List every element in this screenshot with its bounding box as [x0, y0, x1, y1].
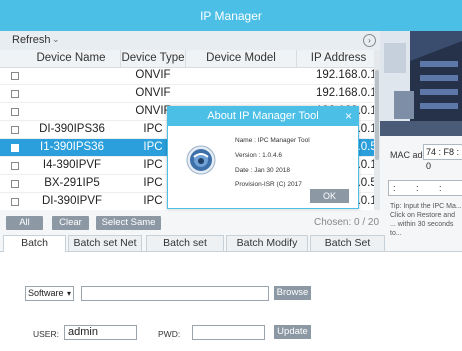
- about-dialog: About IP Manager Tool × Name : IPC Manag…: [167, 106, 359, 209]
- ip-address-cell: 192.168.0.18: [316, 87, 374, 99]
- software-select-value: Software: [28, 288, 64, 298]
- device-type-cell: ONVIF: [135, 69, 171, 81]
- table-row[interactable]: ONVIF 192.168.0.18: [0, 85, 374, 103]
- camera-preview-image: [380, 31, 462, 136]
- tip-text: Tip: Input the IPC Ma... Click on Restor…: [390, 203, 462, 237]
- table-row[interactable]: ONVIF 192.168.0.10: [0, 67, 374, 85]
- software-select[interactable]: Software ▾: [25, 286, 74, 301]
- tab-batch-set-stream[interactable]: Batch set stream: [146, 235, 224, 264]
- selection-toolbar: All Clear Select Same Type Chosen: 0 / 2…: [0, 212, 380, 242]
- camera-preview-graphic: [380, 31, 462, 136]
- arrow-circle-icon[interactable]: ›: [363, 34, 376, 47]
- device-name-cell: [30, 67, 114, 84]
- device-settings-panel: MAC add: 74 : F8 : 0 : : : Tip: Input th…: [380, 136, 462, 237]
- mac-address-field[interactable]: 74 : F8 : 0: [423, 144, 462, 171]
- device-name-cell: [30, 103, 114, 120]
- batch-update-panel: Software ▾ Browse USER: admin PWD: Updat…: [0, 252, 462, 351]
- clear-button[interactable]: Clear: [52, 216, 89, 230]
- device-model-cell: [186, 67, 296, 84]
- user-label: USER:: [33, 329, 59, 339]
- header-checkbox-column: [0, 50, 23, 68]
- device-name-cell: [30, 85, 114, 102]
- dialog-title: About IP Manager Tool: [207, 110, 319, 122]
- user-input[interactable]: admin: [64, 325, 137, 340]
- device-model-cell: [186, 85, 296, 102]
- header-device-name[interactable]: Device Name: [22, 50, 121, 68]
- dialog-version-line: Version : 1.0.4.6: [235, 152, 282, 159]
- update-button[interactable]: Update: [274, 325, 311, 339]
- header-device-type[interactable]: Device Type: [121, 50, 186, 68]
- row-checkbox[interactable]: [11, 180, 19, 188]
- select-same-type-button[interactable]: Select Same Type: [96, 216, 161, 242]
- chevron-down-icon[interactable]: ⌄: [52, 34, 60, 45]
- chosen-count: Chosen: 0 / 20: [314, 217, 380, 228]
- device-name-cell: DI-390IPS36: [39, 123, 105, 135]
- row-checkbox[interactable]: [11, 72, 19, 80]
- close-icon[interactable]: ×: [345, 109, 352, 123]
- refresh-button[interactable]: Refresh: [12, 34, 51, 46]
- row-checkbox[interactable]: [11, 126, 19, 134]
- pwd-input[interactable]: [192, 325, 265, 340]
- row-checkbox[interactable]: [11, 90, 19, 98]
- dialog-titlebar: About IP Manager Tool ×: [168, 107, 358, 126]
- toolbar: Refresh ⌄ ›: [0, 31, 380, 51]
- ip-address-cell: 192.168.0.10: [316, 69, 374, 81]
- row-checkbox[interactable]: [11, 108, 19, 116]
- tab-batch-update[interactable]: Batch Update: [3, 235, 66, 264]
- row-checkbox[interactable]: [11, 144, 19, 152]
- ok-button[interactable]: OK: [310, 189, 349, 203]
- dialog-name-line: Name : IPC Manager Tool: [235, 137, 310, 144]
- tab-batch-set-net[interactable]: Batch set Net: [68, 235, 142, 251]
- window-titlebar: IP Manager: [0, 0, 462, 31]
- device-name-cell: BX-291IP5: [44, 177, 100, 189]
- device-name-cell: DI-390IPVF: [41, 195, 103, 207]
- device-name-cell: I4-390IPVF: [42, 159, 102, 171]
- chevron-down-icon: ▾: [66, 289, 71, 298]
- window-title: IP Manager: [200, 9, 262, 23]
- row-checkbox[interactable]: [11, 162, 19, 170]
- file-path-input[interactable]: [81, 286, 269, 301]
- browse-button[interactable]: Browse: [274, 286, 311, 300]
- app-logo-icon: [186, 145, 216, 175]
- scrollbar-thumb[interactable]: [375, 70, 379, 160]
- dialog-provision-line: Provision-ISR (C) 2017: [235, 181, 302, 188]
- tab-batch-set-image[interactable]: Batch Set Image: [310, 235, 385, 264]
- device-type-cell: ONVIF: [135, 87, 171, 99]
- row-checkbox[interactable]: [11, 198, 19, 206]
- dialog-date-line: Date : Jan 30 2018: [235, 167, 290, 174]
- header-device-model[interactable]: Device Model: [186, 50, 297, 68]
- ip-address-field[interactable]: : : :: [388, 180, 462, 196]
- device-name-cell: I1-390IPS36: [40, 141, 104, 153]
- batch-tabs: Batch Update Batch set Net Batch set str…: [0, 235, 462, 264]
- header-ip-address[interactable]: IP Address: [297, 50, 380, 68]
- pwd-label: PWD:: [158, 329, 181, 339]
- tab-batch-modify-pwd[interactable]: Batch Modify PWD: [226, 235, 308, 264]
- select-all-button[interactable]: All: [6, 216, 43, 230]
